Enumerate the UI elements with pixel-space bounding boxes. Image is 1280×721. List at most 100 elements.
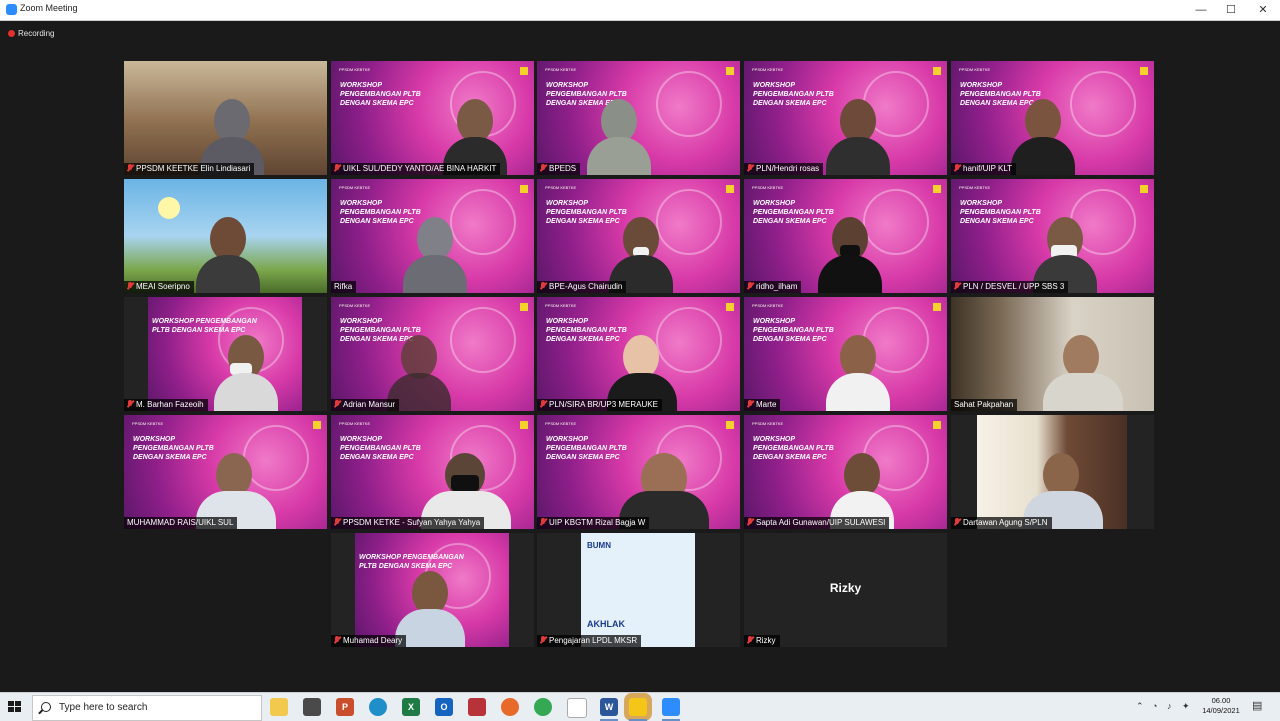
mic-muted-icon — [747, 282, 753, 290]
participant-name-label: PPSDM KETKE - Sufyan Yahya Yahya — [331, 517, 485, 529]
participant-tile[interactable]: WORKSHOP PENGEMBANGAN PLTB DENGAN SKEMA … — [124, 297, 327, 411]
participant-name-label: Sahat Pakpahan — [951, 399, 1018, 411]
windows-start-icon[interactable] — [8, 701, 22, 713]
participant-tile[interactable]: PPSDM KEBTKE WORKSHOP PENGEMBANGAN PLTB … — [951, 179, 1154, 293]
participant-tile[interactable]: PPSDM KEBTKE WORKSHOP PENGEMBANGAN PLTB … — [331, 297, 534, 411]
pln-logo-icon — [520, 303, 528, 311]
recording-indicator[interactable]: Recording — [8, 29, 54, 38]
workshop-title: WORKSHOP PENGEMBANGAN PLTB DENGAN SKEMA … — [340, 82, 421, 107]
brand-text: PPSDM KEBTKE — [545, 185, 577, 190]
brand-text: PPSDM KEBTKE — [545, 67, 577, 72]
powerpoint-icon[interactable]: P — [336, 698, 354, 716]
participant-video — [1043, 335, 1123, 411]
bumn-poster: BUMN AKHLAK — [581, 533, 695, 647]
minimize-button[interactable]: — — [1186, 0, 1216, 20]
mic-muted-icon — [954, 282, 960, 290]
participant-name-label: UIKL SUL/DEDY YANTO/AE BINA HARKIT — [331, 163, 501, 175]
workshop-title: WORKSHOP PENGEMBANGAN PLTB DENGAN SKEMA … — [152, 318, 257, 334]
firefox-icon[interactable] — [501, 698, 519, 716]
zoom-icon[interactable] — [662, 698, 680, 721]
participant-tile[interactable]: PPSDM KEBTKE WORKSHOP PENGEMBANGAN PLTB … — [744, 179, 947, 293]
brand-text: PPSDM KEBTKE — [545, 303, 577, 308]
participant-name-label: MUHAMMAD RAIS/UIKL SUL — [124, 517, 238, 529]
participant-tile[interactable]: BUMN AKHLAK Pengajaran LPDL MKSR — [537, 533, 740, 647]
dropbox-icon[interactable]: ✦ — [1182, 701, 1190, 712]
chrome-icon[interactable] — [534, 698, 552, 716]
taskbar-search-box[interactable]: Type here to search — [32, 695, 262, 721]
participant-tile[interactable]: Dartawan Agung S/PLN — [951, 415, 1154, 529]
notifications-icon[interactable]: ▤ — [1252, 699, 1262, 712]
document-icon[interactable] — [567, 698, 587, 718]
pln-logo-icon — [520, 185, 528, 193]
participant-tile[interactable]: PPSDM KEBTKE WORKSHOP PENGEMBANGAN PLTB … — [744, 61, 947, 175]
participant-tile[interactable]: PPSDM KEETKE Elin Lindiasari — [124, 61, 327, 175]
participant-name-label: BPE-Agus Chairudin — [537, 281, 627, 293]
file-explorer-icon[interactable] — [270, 698, 288, 716]
brand-text: PPSDM KEBTKE — [959, 67, 991, 72]
app-icon[interactable] — [468, 698, 486, 716]
participant-name-label: Pengajaran LPDL MKSR — [537, 635, 642, 647]
search-icon — [41, 702, 51, 712]
title-bar: Zoom Meeting — ☐ ✕ — [0, 0, 1280, 21]
participant-tile[interactable]: PPSDM KEBTKE WORKSHOP PENGEMBANGAN PLTB … — [744, 297, 947, 411]
mic-muted-icon — [747, 400, 753, 408]
pln-logo-icon — [933, 303, 941, 311]
face-mask — [451, 475, 479, 491]
participant-name-label: MEAI Soeripno — [124, 281, 194, 293]
participant-tile[interactable]: Rizky Rizky — [744, 533, 947, 647]
participant-tile[interactable]: PPSDM KEBTKE WORKSHOP PENGEMBANGAN PLTB … — [951, 61, 1154, 175]
network-icon[interactable]: ◔ — [1152, 701, 1157, 711]
pln-logo-icon — [520, 67, 528, 75]
microsoft-store-icon[interactable] — [303, 698, 321, 716]
mic-muted-icon — [540, 400, 546, 408]
mic-muted-icon — [540, 282, 546, 290]
participant-tile[interactable]: Sahat Pakpahan — [951, 297, 1154, 411]
participant-tile[interactable]: PPSDM KEBTKE WORKSHOP PENGEMBANGAN PLTB … — [537, 297, 740, 411]
participant-name-label: M. Barhan Fazeoih — [124, 399, 208, 411]
system-clock[interactable]: 06.00 14/09/2021 — [1196, 696, 1246, 716]
chevron-up-icon[interactable]: ⌃ — [1136, 701, 1144, 712]
outlook-icon[interactable]: O — [435, 698, 453, 716]
participant-tile[interactable]: PPSDM KEBTKE WORKSHOP PENGEMBANGAN PLTB … — [331, 415, 534, 529]
participant-name-label: Adrian Mansur — [331, 399, 400, 411]
zoom-logo-icon — [6, 4, 17, 15]
pln-logo-icon — [1140, 67, 1148, 75]
maximize-button[interactable]: ☐ — [1216, 0, 1246, 20]
participant-tile-active-speaker[interactable]: PPSDM KEBTKE WORKSHOP PENGEMBANGAN PLTB … — [331, 179, 534, 293]
participant-name-label: Muhamad Deary — [331, 635, 407, 647]
participant-tile[interactable]: MEAI Soeripno — [124, 179, 327, 293]
brand-text: PPSDM KEBTKE — [545, 421, 577, 426]
word-icon[interactable]: W — [600, 698, 618, 721]
record-icon — [8, 30, 15, 37]
pln-logo-icon — [726, 67, 734, 75]
close-button[interactable]: ✕ — [1248, 0, 1278, 20]
pln-logo-icon — [1140, 185, 1148, 193]
mic-muted-icon — [127, 400, 133, 408]
participant-tile[interactable]: PPSDM KEBTKE WORKSHOP PENGEMBANGAN PLTB … — [331, 61, 534, 175]
search-placeholder: Type here to search — [59, 702, 148, 713]
mic-muted-icon — [540, 164, 546, 172]
edge-icon[interactable] — [369, 698, 387, 716]
participant-tile[interactable]: PPSDM KEBTKE WORKSHOP PENGEMBANGAN PLTB … — [124, 415, 327, 529]
participant-tile[interactable]: WORKSHOP PENGEMBANGAN PLTB DENGAN SKEMA … — [331, 533, 534, 647]
participant-name-label: hanif/UIP KLT — [951, 163, 1017, 175]
brand-text: PPSDM KEBTKE — [132, 421, 164, 426]
participant-display-name: Rizky — [829, 581, 862, 595]
mic-muted-icon — [334, 636, 340, 644]
participant-tile[interactable]: PPSDM KEBTKE WORKSHOP PENGEMBANGAN PLTB … — [537, 179, 740, 293]
sticky-notes-icon[interactable] — [629, 698, 647, 721]
participant-name-label: Rifka — [331, 281, 357, 293]
mic-muted-icon — [747, 636, 753, 644]
participant-name-label: UIP KBGTM Rizal Bagja W — [537, 517, 650, 529]
workshop-title: WORKSHOP PENGEMBANGAN PLTB DENGAN SKEMA … — [359, 554, 464, 570]
participant-tile[interactable]: PPSDM KEBTKE WORKSHOP PENGEMBANGAN PLTB … — [537, 61, 740, 175]
participant-video — [214, 335, 278, 411]
participant-name-label: Marte — [744, 399, 781, 411]
excel-icon[interactable]: X — [402, 698, 420, 716]
participant-name-label: PLN / DESVEL / UPP SBS 3 — [951, 281, 1069, 293]
participant-tile[interactable]: PPSDM KEBTKE WORKSHOP PENGEMBANGAN PLTB … — [537, 415, 740, 529]
volume-icon[interactable]: ♪ — [1167, 701, 1172, 711]
clock-date: 14/09/2021 — [1202, 706, 1240, 715]
participant-tile[interactable]: PPSDM KEBTKE WORKSHOP PENGEMBANGAN PLTB … — [744, 415, 947, 529]
participant-video — [1011, 99, 1075, 175]
